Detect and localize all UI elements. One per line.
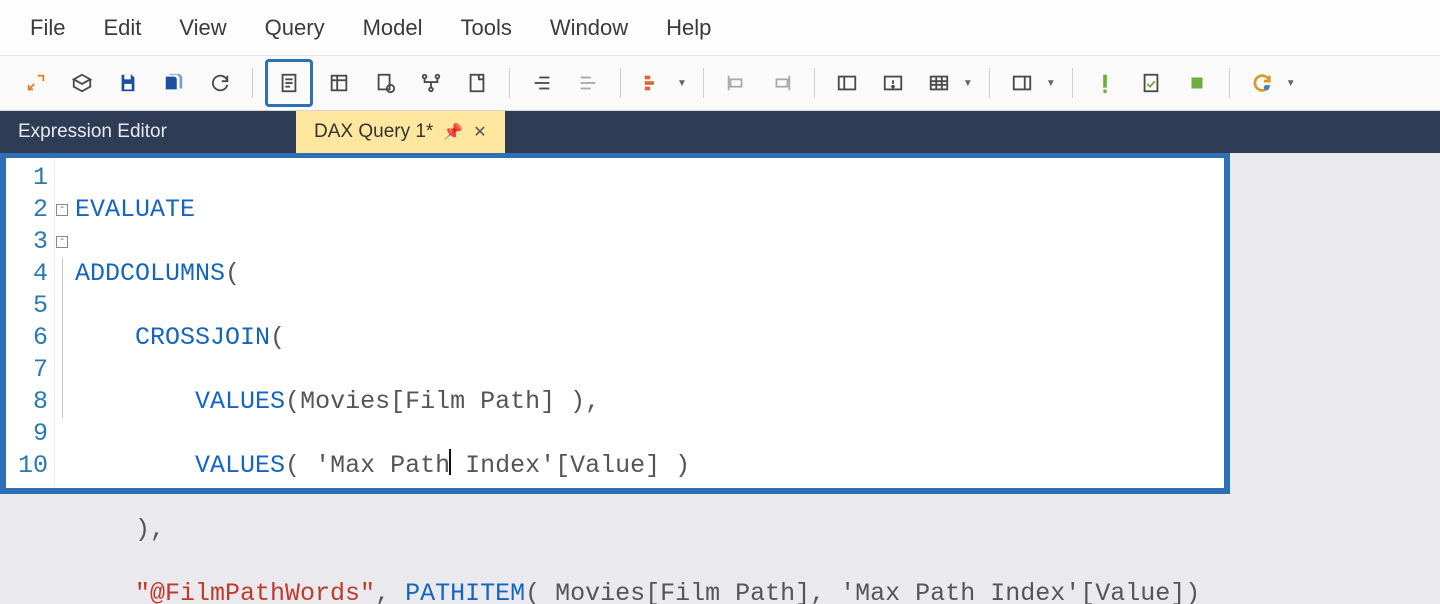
identifier: 'Max Path (315, 451, 450, 480)
tab-expression-editor[interactable]: Expression Editor (0, 111, 296, 153)
save-icon[interactable] (108, 63, 148, 103)
identifier: Movies[Film Path], 'Max Path Index'[Valu… (555, 579, 1185, 604)
refresh-icon[interactable] (200, 63, 240, 103)
editor-empty-area (1230, 153, 1440, 604)
align-left-icon[interactable] (716, 63, 756, 103)
dependencies-icon[interactable] (411, 63, 451, 103)
toolbar-separator (703, 68, 704, 98)
hierarchy-icon[interactable] (633, 63, 673, 103)
kw-evaluate: EVALUATE (75, 195, 195, 224)
identifier: Index'[Value] (450, 451, 660, 480)
punc: ( (285, 451, 315, 480)
panel-side-icon[interactable] (1002, 63, 1042, 103)
punc: ( (525, 579, 555, 604)
indent (75, 579, 135, 604)
toolbar-separator (1072, 68, 1073, 98)
tab-label: Expression Editor (18, 121, 167, 143)
dropdown-caret-icon[interactable]: ▼ (963, 78, 973, 89)
menu-view[interactable]: View (169, 11, 236, 45)
menu-tools[interactable]: Tools (451, 11, 522, 45)
punc: ( (270, 323, 285, 352)
menu-file[interactable]: File (20, 11, 75, 45)
kw-crossjoin: CROSSJOIN (135, 323, 270, 352)
line-gutter: 12345 678910 (6, 158, 55, 488)
punc: , (375, 579, 405, 604)
toolbar-separator (1229, 68, 1230, 98)
toolbar: ▼ ▼ ▼ ▼ (0, 56, 1440, 111)
toolbar-separator (989, 68, 990, 98)
kw-values: VALUES (195, 387, 285, 416)
punc: ), (135, 515, 165, 544)
new-query-icon[interactable] (265, 59, 313, 107)
panel-left-icon[interactable] (827, 63, 867, 103)
kw-addcolumns: ADDCOLUMNS (75, 259, 225, 288)
new-connection-icon[interactable] (16, 63, 56, 103)
doc-check-icon[interactable] (1131, 63, 1171, 103)
menu-query[interactable]: Query (255, 11, 335, 45)
fold-column: - - (55, 158, 69, 488)
punc: ( (225, 259, 240, 288)
tabstrip-filler (505, 111, 1440, 153)
toolbar-separator (509, 68, 510, 98)
tab-label: DAX Query 1* (314, 121, 433, 143)
align-right-icon[interactable] (762, 63, 802, 103)
code-editor[interactable]: 12345 678910 - - EVALUATE ADDCOLUMNS( CR… (0, 153, 1230, 494)
stop-icon[interactable] (1177, 63, 1217, 103)
menu-bar: File Edit View Query Model Tools Window … (0, 0, 1440, 56)
fold-toggle-icon[interactable]: - (56, 236, 68, 248)
pin-icon[interactable]: 📌 (443, 122, 463, 142)
menu-model[interactable]: Model (353, 11, 433, 45)
tab-dax-query[interactable]: DAX Query 1* 📌 ✕ (296, 111, 505, 153)
run-icon[interactable] (1242, 63, 1282, 103)
open-icon[interactable] (62, 63, 102, 103)
save-all-icon[interactable] (154, 63, 194, 103)
kw-values: VALUES (195, 451, 285, 480)
indent (75, 323, 135, 352)
indent-icon[interactable] (522, 63, 562, 103)
info-icon[interactable] (1085, 63, 1125, 103)
indent (75, 451, 195, 480)
query-builder-icon[interactable] (319, 63, 359, 103)
indent (75, 387, 195, 416)
editor-area: 12345 678910 - - EVALUATE ADDCOLUMNS( CR… (0, 153, 1440, 604)
punc: ), (555, 387, 600, 416)
punc: ) (1185, 579, 1200, 604)
format-icon[interactable] (365, 63, 405, 103)
string-literal: "@FilmPathWords" (135, 579, 375, 604)
panel-grid-icon[interactable] (919, 63, 959, 103)
menu-window[interactable]: Window (540, 11, 638, 45)
outdent-icon[interactable] (568, 63, 608, 103)
identifier: Movies[Film Path] (300, 387, 555, 416)
toolbar-separator (814, 68, 815, 98)
fold-toggle-icon[interactable]: - (56, 204, 68, 216)
punc: ) (660, 451, 690, 480)
toolbar-separator (252, 68, 253, 98)
dropdown-caret-icon[interactable]: ▼ (677, 78, 687, 89)
menu-edit[interactable]: Edit (93, 11, 151, 45)
dropdown-caret-icon[interactable]: ▼ (1286, 78, 1296, 89)
menu-help[interactable]: Help (656, 11, 721, 45)
panel-warn-icon[interactable] (873, 63, 913, 103)
tab-strip: Expression Editor DAX Query 1* 📌 ✕ (0, 111, 1440, 153)
indent (75, 515, 135, 544)
toolbar-separator (620, 68, 621, 98)
dropdown-caret-icon[interactable]: ▼ (1046, 78, 1056, 89)
text-cursor (449, 449, 451, 475)
punc: ( (285, 387, 300, 416)
script-icon[interactable] (457, 63, 497, 103)
close-icon[interactable]: ✕ (473, 122, 486, 142)
code-content[interactable]: EVALUATE ADDCOLUMNS( CROSSJOIN( VALUES(M… (69, 158, 1200, 488)
kw-pathitem: PATHITEM (405, 579, 525, 604)
